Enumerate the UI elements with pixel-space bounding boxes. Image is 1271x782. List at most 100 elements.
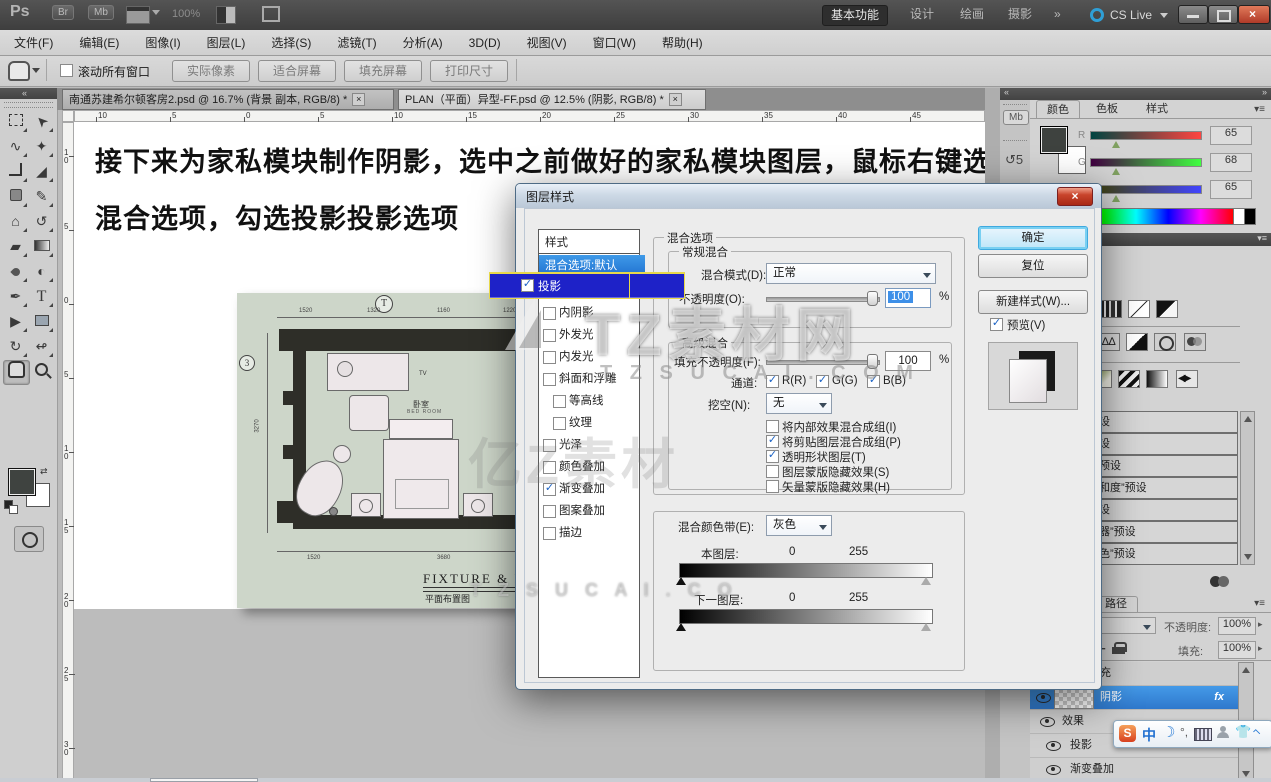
reset-button[interactable]: 复位 [978, 254, 1088, 278]
ime-fullhalf-icon[interactable]: ☽ [1162, 723, 1175, 741]
foreground-color-swatch[interactable] [8, 468, 36, 496]
menu-window[interactable]: 窗口(W) [593, 34, 636, 51]
tab-swatches[interactable]: 色板 [1086, 100, 1128, 118]
guides-icon[interactable] [126, 6, 150, 24]
crop-tool[interactable] [3, 160, 28, 183]
style-item[interactable]: 颜色叠加 [539, 456, 639, 478]
rectangular-marquee-tool[interactable] [3, 110, 28, 133]
g-slider-marker[interactable] [1112, 168, 1120, 175]
lasso-tool[interactable]: ∿ [3, 135, 28, 158]
type-tool[interactable]: T [29, 285, 54, 308]
ime-toolbox-icon[interactable]: ⌐ [1250, 724, 1266, 740]
preset-item[interactable]: 设 [1095, 433, 1238, 455]
workspace-paint-button[interactable]: 绘画 [952, 5, 992, 24]
blend-mode-combo[interactable]: 正常 [766, 263, 936, 284]
preset-item[interactable]: 器”预设 [1095, 521, 1238, 543]
horizontal-ruler[interactable]: 10 5 0 5 10 15 20 25 30 35 40 45 [74, 110, 985, 123]
dialog-title-bar[interactable]: 图层样式 [516, 184, 1101, 208]
layers-fill-value[interactable]: 100% [1218, 641, 1256, 659]
opacity-slider-thumb[interactable] [867, 291, 878, 306]
zoom-level-value[interactable]: 100% [172, 8, 200, 20]
channel-r-checkbox[interactable] [766, 375, 779, 388]
menu-filter[interactable]: 滤镜(T) [337, 34, 376, 51]
channel-b-checkbox[interactable] [867, 375, 880, 388]
layers-opacity-value[interactable]: 100% [1218, 617, 1256, 635]
clip-to-layer-icon[interactable] [1210, 576, 1236, 590]
document-tab-inactive[interactable]: 南通苏建希尔顿客房2.psd @ 16.7% (背景 副本, RGB/8) * × [62, 89, 394, 110]
brush-tool[interactable]: ✎ [29, 185, 54, 208]
underlying-layer-ramp[interactable] [679, 609, 933, 624]
tab-styles[interactable]: 样式 [1136, 100, 1178, 118]
menu-view[interactable]: 视图(V) [527, 34, 567, 51]
visibility-eye-icon[interactable] [1046, 741, 1061, 751]
menu-help[interactable]: 帮助(H) [662, 34, 703, 51]
tool-preset-dropdown-icon[interactable] [32, 68, 40, 73]
visibility-eye-icon[interactable] [1040, 717, 1055, 727]
selective-color-adjustment-icon[interactable]: ◀▶ [1176, 370, 1198, 388]
channel-mixer-adjustment-icon[interactable] [1184, 333, 1206, 351]
history-brush-tool[interactable]: ↺ [29, 210, 54, 233]
guides-dropdown-icon[interactable] [152, 10, 160, 15]
ime-punctuation-icon[interactable]: °, [1180, 725, 1188, 739]
menu-image[interactable]: 图像(I) [145, 34, 180, 51]
photo-filter-adjustment-icon[interactable] [1154, 333, 1176, 351]
hand-tool[interactable] [3, 360, 30, 385]
new-style-button[interactable]: 新建样式(W)... [978, 290, 1088, 314]
layer-mask-hides-checkbox[interactable] [766, 465, 779, 478]
curves-adjustment-icon[interactable] [1128, 300, 1150, 318]
workspace-essentials-button[interactable]: 基本功能 [822, 5, 889, 26]
cs-live-label[interactable]: CS Live [1110, 8, 1152, 22]
workspace-design-button[interactable]: 设计 [902, 5, 942, 24]
3d-rotate-tool[interactable]: ↻ [3, 335, 28, 358]
eraser-tool[interactable]: ▰ [3, 235, 28, 258]
dodge-tool[interactable]: ◐ [29, 260, 54, 283]
b-slider-marker[interactable] [1112, 195, 1120, 202]
gradient-map-adjustment-icon[interactable] [1146, 370, 1168, 388]
levels-adjustment-icon[interactable] [1100, 300, 1122, 318]
quick-mask-button[interactable] [14, 526, 44, 552]
bridge-icon[interactable]: Br [52, 5, 74, 20]
document-tab-active[interactable]: PLAN（平面）异型-FF.psd @ 12.5% (阴影, RGB/8) * × [398, 89, 706, 110]
preset-item[interactable]: 设 [1095, 411, 1238, 433]
knockout-combo[interactable]: 无 [766, 393, 832, 414]
g-value[interactable]: 68 [1210, 153, 1252, 172]
scroll-all-windows-checkbox[interactable] [60, 64, 73, 77]
minimize-button[interactable] [1178, 5, 1208, 24]
blend-mode-select[interactable] [1094, 617, 1156, 634]
this-layer-ramp[interactable] [679, 563, 933, 578]
style-item[interactable]: 外发光 [539, 324, 639, 346]
style-item[interactable]: 描边 [539, 522, 639, 544]
cs-live-dropdown-icon[interactable] [1160, 13, 1168, 18]
fill-screen-button[interactable]: 填充屏幕 [344, 60, 422, 82]
visibility-eye-icon[interactable] [1036, 693, 1051, 703]
b-slider[interactable] [1090, 185, 1202, 194]
clone-stamp-tool[interactable]: ⌂ [3, 210, 28, 233]
vector-mask-hides-checkbox[interactable] [766, 480, 779, 493]
preset-item[interactable]: 预设 [1095, 455, 1238, 477]
ime-skin-icon[interactable]: 👕 [1235, 724, 1251, 740]
tab-color[interactable]: 颜色 [1036, 100, 1080, 119]
menu-select[interactable]: 选择(S) [271, 34, 311, 51]
exposure-adjustment-icon[interactable] [1156, 300, 1178, 318]
underlying-white-stop[interactable] [921, 623, 931, 631]
opacity-field[interactable]: 100 [885, 288, 931, 308]
r-value[interactable]: 65 [1210, 126, 1252, 145]
magic-wand-tool[interactable]: ✦ [29, 135, 54, 158]
opacity-slider[interactable] [766, 297, 880, 302]
tab-close-icon[interactable]: × [668, 93, 682, 106]
preset-item[interactable]: 和度”预设 [1095, 477, 1238, 499]
preview-checkbox[interactable] [990, 318, 1003, 331]
style-item[interactable]: 纹理 [539, 412, 639, 434]
ok-button[interactable]: 确定 [978, 226, 1088, 250]
style-item[interactable]: 内阴影 [539, 302, 639, 324]
vertical-ruler[interactable]: 10 5 0 5 10 15 20 25 30 [62, 122, 75, 782]
actual-pixels-button[interactable]: 实际像素 [172, 60, 250, 82]
tools-grip[interactable] [4, 102, 53, 108]
b-value[interactable]: 65 [1210, 180, 1252, 199]
panel-menu-icon[interactable]: ▾≡ [1254, 104, 1265, 115]
preset-item[interactable]: 设 [1095, 499, 1238, 521]
minibridge-icon[interactable]: Mb [88, 5, 114, 20]
fill-opacity-slider[interactable] [766, 360, 880, 365]
menu-layer[interactable]: 图层(L) [207, 34, 246, 51]
blur-tool[interactable] [3, 260, 28, 283]
